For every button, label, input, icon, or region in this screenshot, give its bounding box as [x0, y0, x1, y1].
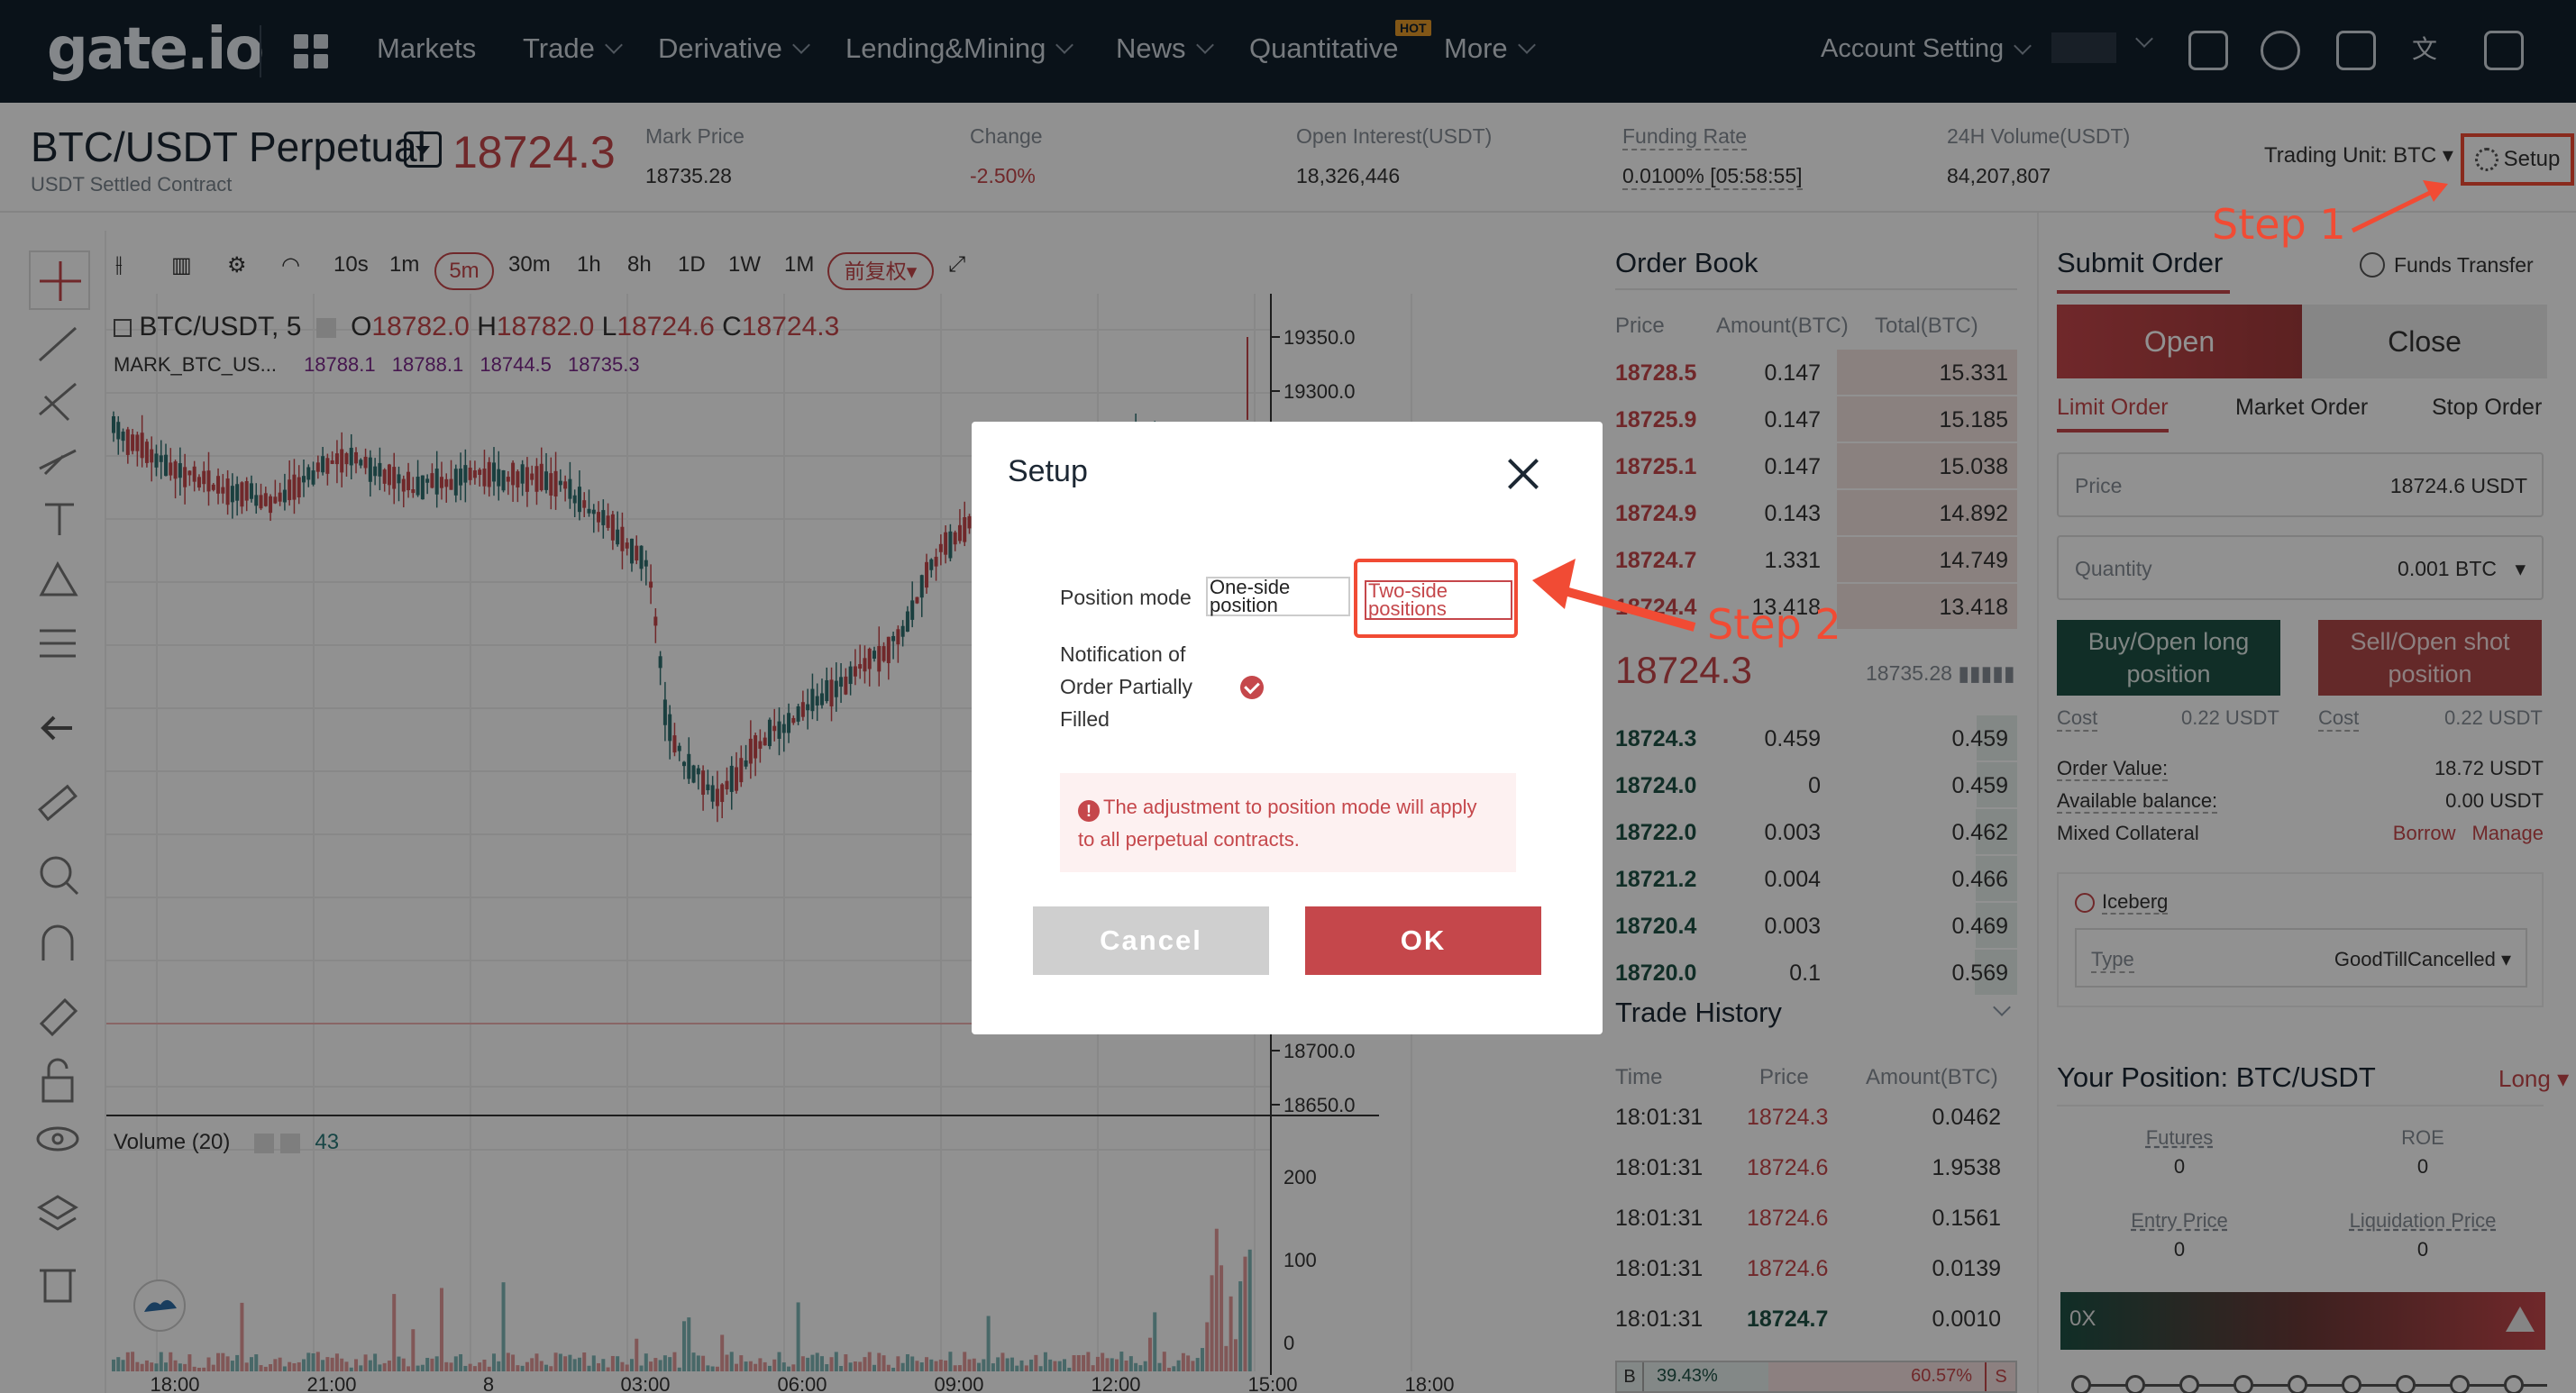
step2-annotation: Step 2: [1707, 600, 1841, 649]
warning-text: The adjustment to position mode will app…: [1078, 796, 1477, 851]
step1-annotation: Step 1: [2212, 200, 2346, 249]
close-icon[interactable]: [1505, 456, 1541, 492]
two-side-positions-option[interactable]: Two-side positions: [1365, 580, 1512, 620]
notification-label: Notification of Order Partially Filled: [1060, 642, 1192, 731]
one-side-position-option[interactable]: One-side position: [1206, 577, 1350, 616]
cancel-button[interactable]: Cancel: [1033, 906, 1269, 975]
dialog-title: Setup: [1008, 454, 1088, 488]
alert-icon: !: [1078, 800, 1100, 822]
position-mode-label: Position mode: [1060, 586, 1192, 609]
ok-button[interactable]: OK: [1305, 906, 1541, 975]
setup-dialog: Setup Position mode One-side position Tw…: [972, 422, 1603, 1034]
warning-message: ! The adjustment to position mode will ap…: [1060, 773, 1516, 872]
checkbox-checked-icon[interactable]: [1240, 676, 1264, 699]
